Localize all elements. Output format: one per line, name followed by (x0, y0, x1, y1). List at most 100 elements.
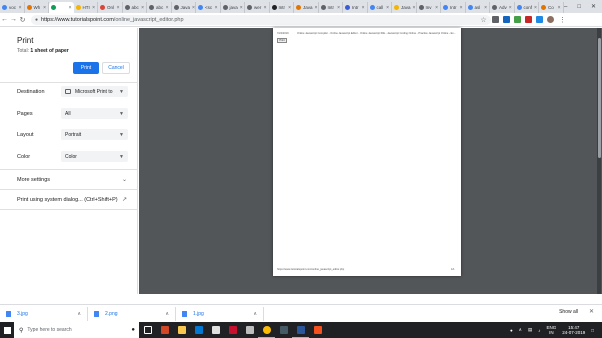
browser-tab[interactable]: Java × (392, 2, 417, 13)
forward-icon[interactable]: → (9, 16, 18, 23)
tab-close-icon[interactable]: × (192, 5, 195, 11)
menu-icon[interactable]: ⋮ (558, 16, 567, 24)
browser-tab[interactable]: Onl × (98, 2, 123, 13)
tab-close-icon[interactable]: × (484, 5, 487, 11)
sticky-notes-icon[interactable] (241, 322, 258, 338)
tab-close-icon[interactable]: × (117, 5, 120, 11)
open-external-icon[interactable]: ↗ (122, 196, 127, 203)
tab-close-icon[interactable]: × (386, 5, 389, 11)
profile-avatar[interactable] (547, 16, 554, 23)
photos-icon[interactable] (207, 322, 224, 338)
volume-icon[interactable]: ♪ (538, 328, 540, 333)
chevron-up-icon[interactable]: ∧ (77, 311, 81, 317)
browser-tab[interactable]: Inv × (417, 2, 441, 13)
tab-close-icon[interactable]: × (534, 5, 537, 11)
close-window-icon[interactable]: ✕ (591, 3, 596, 10)
start-button[interactable] (0, 322, 14, 338)
tab-close-icon[interactable]: × (413, 5, 416, 11)
tab-close-icon[interactable]: × (92, 5, 95, 11)
download-item[interactable]: 3.jpg ∧ (0, 306, 88, 321)
file-explorer-icon[interactable] (173, 322, 190, 338)
tab-close-icon[interactable]: × (240, 5, 243, 11)
tab-close-icon[interactable]: × (558, 5, 561, 11)
bookmark-star-icon[interactable]: ☆ (479, 16, 488, 24)
browser-tab[interactable]: Wh × (25, 2, 49, 13)
layout-select[interactable]: Portrait ▼ (61, 129, 128, 140)
show-all-button[interactable]: Show all (559, 309, 578, 315)
download-item[interactable]: 1.jpg ∧ (176, 306, 264, 321)
tab-close-icon[interactable]: × (460, 5, 463, 11)
extension-icon-3[interactable] (514, 16, 521, 23)
paint-icon[interactable] (309, 322, 326, 338)
destination-select[interactable]: Microsoft Print to ▼ (61, 86, 128, 97)
browser-tab[interactable]: <sc × (196, 2, 221, 13)
browser-tab[interactable]: abc × (147, 2, 172, 13)
browser-tab[interactable]: Intr × (319, 2, 343, 13)
browser-tab[interactable]: conf × (515, 2, 539, 13)
minimize-icon[interactable]: – (564, 4, 567, 10)
tab-close-icon[interactable]: × (43, 5, 46, 11)
cancel-button[interactable]: Cancel (102, 62, 130, 74)
notifications-icon[interactable]: □ (591, 328, 594, 333)
microphone-icon[interactable]: ● (131, 327, 135, 333)
chrome-icon[interactable] (258, 322, 275, 338)
tab-close-icon[interactable]: × (509, 5, 512, 11)
preview-scrollbar[interactable] (597, 28, 601, 294)
pages-select[interactable]: All ▼ (61, 108, 128, 119)
tab-close-icon[interactable]: × (215, 5, 218, 11)
close-shelf-icon[interactable]: ✕ (589, 308, 594, 315)
url-input[interactable]: ● https://www.tutorialspoint.com/online_… (31, 14, 491, 25)
maximize-icon[interactable]: □ (577, 4, 581, 10)
print-button[interactable]: Print (73, 62, 99, 74)
browser-tab[interactable]: Intr × (343, 2, 368, 13)
system-dialog-link[interactable]: Print using system dialog... (Ctrl+Shift… (17, 197, 118, 203)
back-icon[interactable]: ← (0, 16, 9, 23)
browser-tab[interactable]: abc × (123, 2, 147, 13)
reload-icon[interactable]: ↻ (18, 16, 27, 24)
tab-close-icon[interactable]: × (19, 5, 22, 11)
more-settings-toggle[interactable]: More settings (17, 177, 50, 183)
browser-tab[interactable]: Intr × (441, 2, 466, 13)
network-icon[interactable]: ▤ (528, 327, 532, 333)
browser-tab[interactable]: wer × (245, 2, 270, 13)
tab-close-icon[interactable]: × (362, 5, 365, 11)
extension-icon-5[interactable] (536, 16, 543, 23)
browser-tab[interactable]: × (49, 2, 74, 13)
browser-tab[interactable]: asl × (466, 2, 490, 13)
color-select[interactable]: Color ▼ (61, 151, 128, 162)
tab-close-icon[interactable]: × (166, 5, 169, 11)
scrollbar-thumb[interactable] (597, 38, 601, 158)
chevron-up-icon[interactable]: ∧ (165, 311, 169, 317)
extension-icon-2[interactable] (503, 16, 510, 23)
powerpoint-icon[interactable] (156, 322, 173, 338)
mcafee-icon[interactable] (224, 322, 241, 338)
browser-tab[interactable]: Co × (539, 2, 564, 13)
tab-close-icon[interactable]: × (435, 5, 438, 11)
taskbar-search[interactable]: ⚲ Type here to search ● (14, 322, 139, 338)
tab-close-icon[interactable]: × (69, 5, 72, 11)
people-icon[interactable]: ● (510, 328, 513, 333)
tab-close-icon[interactable]: × (264, 5, 267, 11)
store-icon[interactable] (190, 322, 207, 338)
task-view-icon[interactable] (139, 322, 156, 338)
tab-close-icon[interactable]: × (315, 5, 318, 11)
camera-icon[interactable] (275, 322, 292, 338)
browser-tab[interactable]: voc × (0, 2, 25, 13)
language-indicator[interactable]: ENG IN (546, 325, 556, 336)
browser-tab[interactable]: Java × (172, 2, 196, 13)
tab-close-icon[interactable]: × (337, 5, 340, 11)
browser-tab[interactable]: HTI × (74, 2, 98, 13)
browser-tab[interactable]: Intr × (270, 2, 294, 13)
word-icon[interactable] (292, 322, 309, 338)
chevron-down-icon[interactable]: ⌄ (122, 176, 127, 183)
extension-icon-1[interactable] (492, 16, 499, 23)
tab-close-icon[interactable]: × (141, 5, 144, 11)
clock[interactable]: 15:47 24-07-2019 (562, 325, 585, 336)
chevron-up-icon[interactable]: ∧ (253, 311, 257, 317)
browser-tab[interactable]: Adv × (490, 2, 515, 13)
tab-close-icon[interactable]: × (288, 5, 291, 11)
download-item[interactable]: 2.png ∧ (88, 306, 176, 321)
browser-tab[interactable]: Java × (294, 2, 319, 13)
extension-icon-4[interactable] (525, 16, 532, 23)
show-hidden-icons[interactable]: ∧ (519, 327, 522, 333)
